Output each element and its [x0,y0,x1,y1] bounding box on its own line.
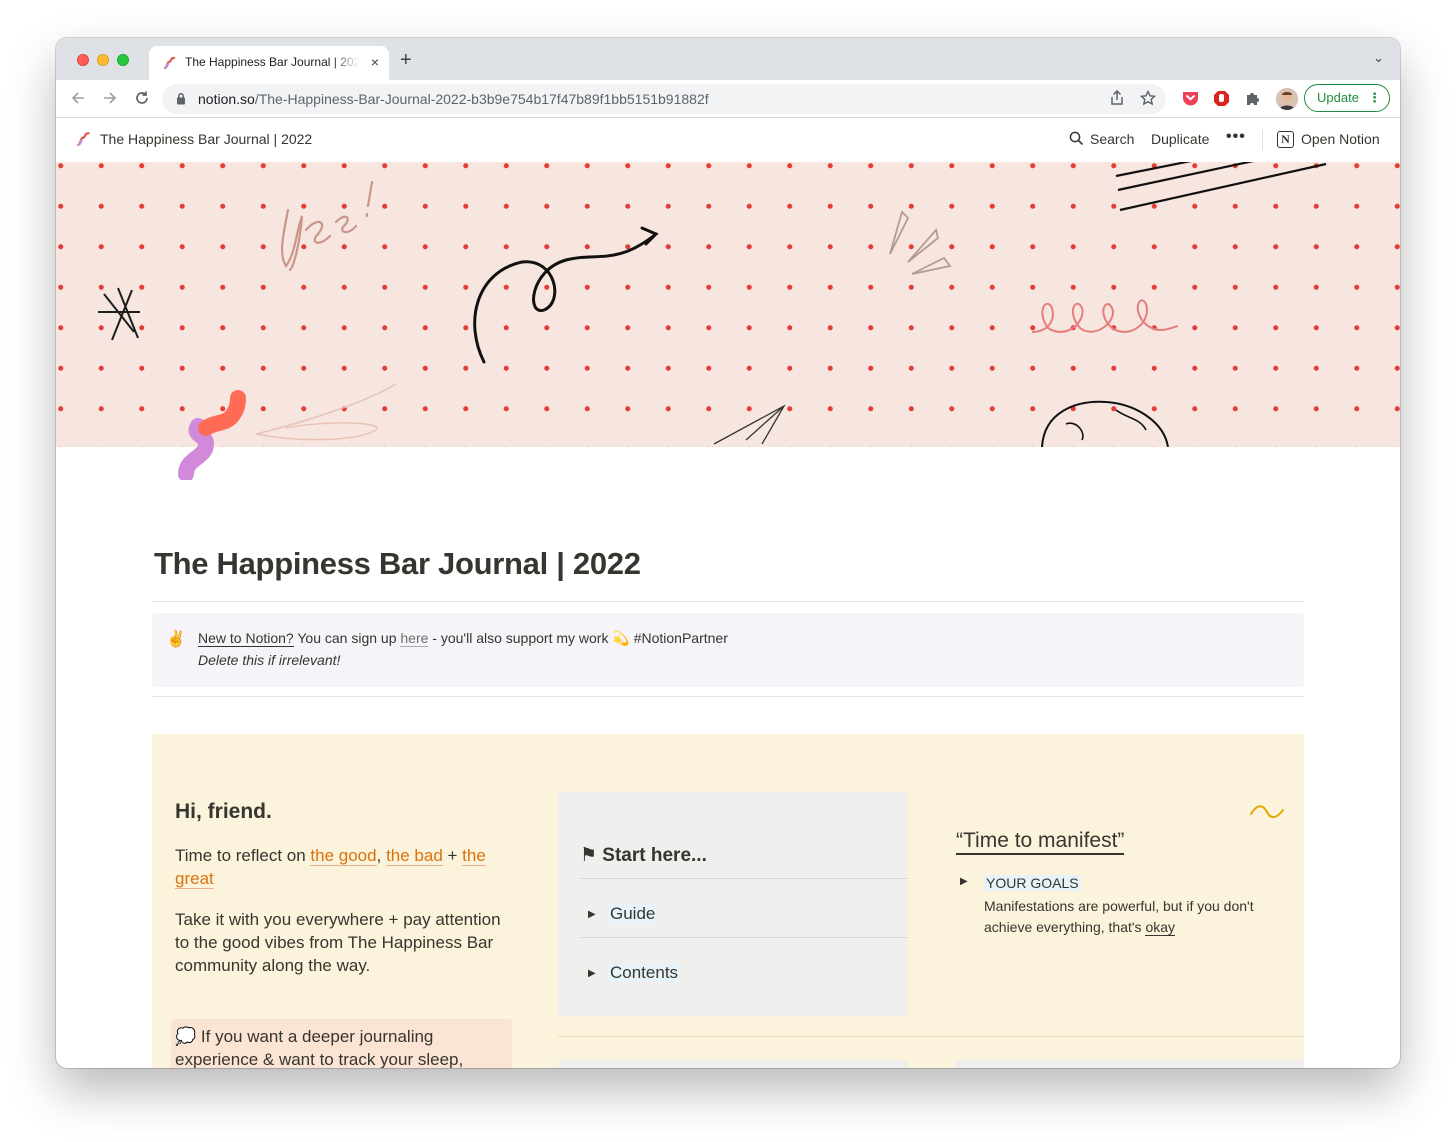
bookmark-star-icon[interactable] [1139,89,1157,111]
the-bad-text: the bad [386,846,443,866]
toggle-guide[interactable]: ▶ Guide [588,904,658,924]
browser-tab[interactable]: The Happiness Bar Journal | 2022 × [149,46,389,80]
hashtag-text: #NotionPartner [629,630,728,646]
callout-support-text: - you'll also support my work [428,630,613,646]
divider [580,878,908,879]
callout-sign-up-text: You can sign up [293,630,401,646]
greeting-heading: Hi, friend. [175,800,272,823]
topbar-divider [1262,130,1263,150]
toggle-triangle-icon[interactable]: ▶ [960,876,968,887]
divider [152,696,1304,697]
divider [152,601,1304,602]
okay-link[interactable]: okay [1145,919,1176,936]
back-icon[interactable] [70,86,86,112]
comma-text: , [376,846,387,865]
breadcrumb-page-title[interactable]: The Happiness Bar Journal | 2022 [100,131,312,147]
deeper-line-1: If you want a deeper journaling [196,1027,434,1046]
next-card-edge [558,1060,908,1068]
toggle-triangle-icon[interactable]: ▶ [588,909,608,920]
plus-text: + [442,846,463,865]
callout-text: New to Notion? You can sign up here - yo… [198,630,728,647]
goals-title: YOUR GOALS [984,875,1081,891]
notion-logo-icon: N [1277,131,1294,148]
divider [558,1036,1304,1037]
toggle-label: Contents [608,963,681,982]
deeper-journaling-callout: 💭 If you want a deeper journaling experie… [171,1019,512,1068]
callout-note: Delete this if irrelevant! [198,652,341,668]
duplicate-button[interactable]: Duplicate [1151,131,1209,147]
more-options-icon[interactable]: ••• [1226,128,1246,146]
start-here-heading: ⚑ Start here... [580,845,707,866]
update-button[interactable]: Update ⋮ [1304,84,1390,112]
tab-close-icon[interactable]: × [371,54,379,70]
reflect-prefix: Time to reflect on [175,846,311,865]
new-tab-button[interactable]: + [400,49,412,71]
browser-window: The Happiness Bar Journal | 2022 × + ⌄ n… [56,38,1400,1068]
manifest-heading: “Time to manifest” [956,829,1125,855]
page-icon-small [76,131,92,152]
tab-search-icon[interactable]: ⌄ [1373,50,1384,66]
zoom-window-button[interactable] [117,54,129,66]
notion-topbar: The Happiness Bar Journal | 2022 Search … [56,118,1400,162]
squiggle-icon [1249,804,1285,825]
url-text: notion.so/The-Happiness-Bar-Journal-2022… [198,91,709,107]
goals-body-text: Manifestations are powerful, but if you … [984,898,1254,935]
search-button[interactable]: Search [1090,131,1134,147]
extensions-puzzle-icon[interactable] [1245,90,1261,111]
start-here-card: ⚑ Start here... ▶ Guide ▶ Contents [558,792,908,1016]
adblock-icon[interactable] [1213,90,1230,112]
tab-title: The Happiness Bar Journal | 2022 [185,55,359,69]
sparkle-icon: 💫 [612,630,630,646]
thought-bubble-icon: 💭 [175,1027,197,1046]
page-icon[interactable] [176,388,268,485]
tab-strip: The Happiness Bar Journal | 2022 × + ⌄ [56,38,1400,80]
next-card-edge [956,1060,1304,1068]
update-label: Update [1317,90,1359,105]
profile-avatar[interactable] [1276,88,1298,110]
victory-hand-icon: ✌️ [166,631,186,648]
reflect-text: Time to reflect on the good, the bad + t… [175,844,505,890]
share-icon[interactable] [1110,89,1124,111]
intro-paragraph: Take it with you everywhere + pay attent… [175,910,501,975]
reload-icon[interactable] [134,86,150,112]
welcome-panel: Hi, friend. Time to reflect on the good,… [152,734,1304,1068]
page-title[interactable]: The Happiness Bar Journal | 2022 [154,546,641,582]
welcome-column: Hi, friend. Time to reflect on the good,… [175,798,505,977]
open-notion-button[interactable]: Open Notion [1301,131,1380,147]
notion-partner-callout: ✌️ New to Notion? You can sign up here -… [152,613,1304,687]
pocket-icon[interactable] [1182,90,1199,111]
lock-icon[interactable] [176,92,186,110]
address-bar[interactable]: notion.so/The-Happiness-Bar-Journal-2022… [162,84,1166,114]
browser-menu-icon[interactable]: ⋮ [1368,85,1381,111]
toggle-triangle-icon[interactable]: ▶ [588,968,608,979]
notion-page-favicon-icon [163,56,177,75]
new-to-notion-link[interactable]: New to Notion? [198,630,294,647]
search-icon[interactable] [1069,131,1084,151]
deeper-line-2: experience & want to track your sleep, [175,1050,464,1068]
forward-icon[interactable] [102,86,118,112]
goals-body: Manifestations are powerful, but if you … [984,896,1294,938]
browser-toolbar: notion.so/The-Happiness-Bar-Journal-2022… [56,80,1400,118]
toggle-contents[interactable]: ▶ Contents [588,963,681,983]
the-good-text: the good [310,846,377,866]
minimize-window-button[interactable] [97,54,109,66]
toggle-label: Guide [608,904,658,923]
close-window-button[interactable] [77,54,89,66]
divider [580,937,908,938]
signup-here-link[interactable]: here [400,630,429,647]
